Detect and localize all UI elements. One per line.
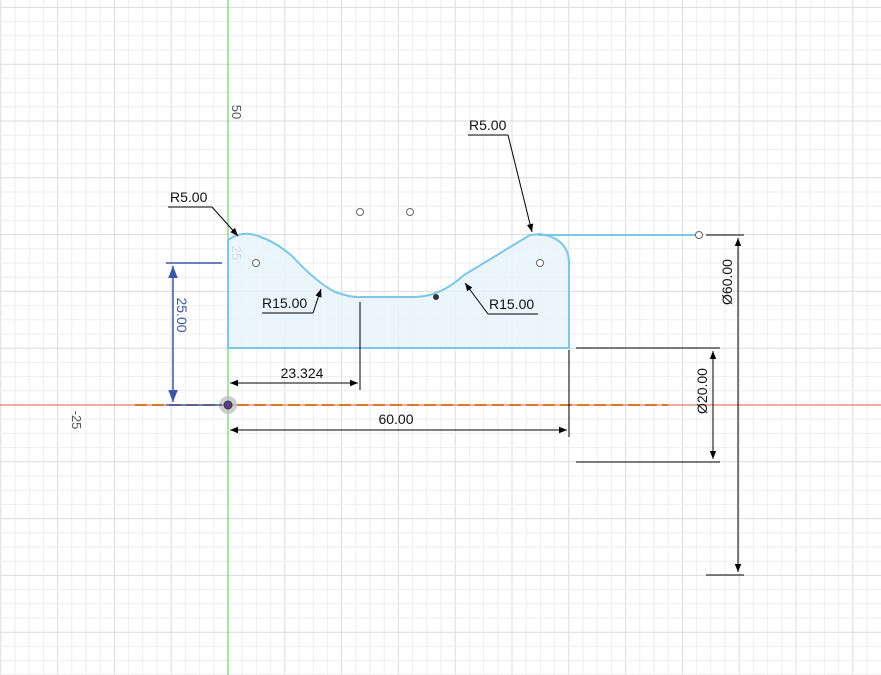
sketch-point[interactable] (695, 231, 703, 239)
dimension-fillet-right[interactable]: R5.00 (468, 117, 534, 233)
sketch-point[interactable] (356, 208, 364, 216)
sketch-point[interactable] (252, 259, 260, 267)
dimension-diameter-small-label: Ø20.00 (694, 368, 710, 414)
sketch-point[interactable] (406, 208, 414, 216)
sketch-point-filled[interactable] (433, 294, 439, 300)
dimension-height-left-label: 25.00 (174, 297, 190, 332)
dimension-overall-length-label: 60.00 (378, 411, 413, 427)
axis-label-50: 50 (229, 105, 244, 119)
sketch-point[interactable] (536, 259, 544, 267)
sketch-canvas[interactable]: 50 25 -25 R5.00 R5.00 R15.00 R15.00 (0, 0, 881, 675)
dimension-diameter-large-label: Ø60.00 (719, 259, 735, 305)
origin-point[interactable] (223, 400, 233, 410)
axis-label-minus-25: -25 (69, 411, 84, 430)
dimension-offset-bottom-label: 23.324 (281, 365, 324, 381)
dimension-overall-length[interactable]: 60.00 (230, 350, 570, 437)
dimension-arc-left-label: R15.00 (262, 295, 307, 311)
dimension-arc-right-label: R15.00 (489, 296, 534, 312)
dimension-fillet-left-label: R5.00 (170, 189, 208, 205)
dimension-fillet-right-label: R5.00 (469, 117, 507, 133)
